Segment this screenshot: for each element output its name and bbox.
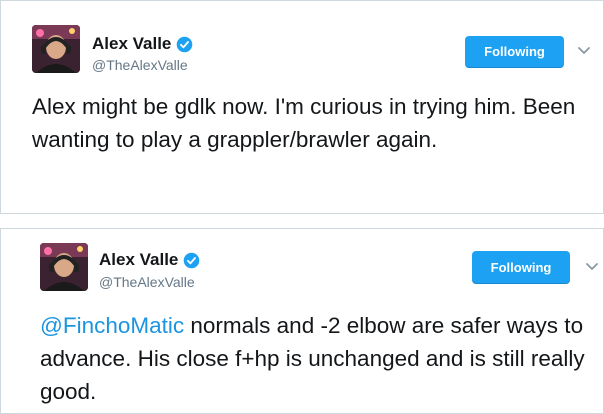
- author-handle[interactable]: @TheAlexValle: [92, 57, 188, 73]
- following-button[interactable]: Following: [465, 36, 564, 68]
- author-row: Alex Valle: [92, 34, 193, 54]
- avatar-image: [32, 25, 80, 73]
- author-name[interactable]: Alex Valle: [99, 250, 178, 270]
- tweet-card: Alex Valle @TheAlexValle Following Alex …: [0, 0, 604, 214]
- author-row: Alex Valle: [99, 250, 200, 270]
- tweet-text: @FinchoMatic normals and -2 elbow are sa…: [40, 309, 600, 408]
- mention-link[interactable]: @FinchoMatic: [40, 313, 184, 338]
- verified-badge-icon: [184, 252, 200, 268]
- following-button[interactable]: Following: [472, 251, 570, 284]
- author-handle[interactable]: @TheAlexValle: [99, 274, 195, 290]
- avatar[interactable]: [40, 243, 88, 291]
- author-name[interactable]: Alex Valle: [92, 34, 171, 54]
- verified-badge-icon: [177, 36, 193, 52]
- avatar-image: [40, 243, 88, 291]
- tweet-card: Alex Valle @TheAlexValle Following @Finc…: [0, 228, 604, 414]
- chevron-down-icon[interactable]: [585, 262, 599, 272]
- chevron-down-icon[interactable]: [577, 46, 591, 56]
- avatar[interactable]: [32, 25, 80, 73]
- tweet-text: Alex might be gdlk now. I'm curious in t…: [32, 94, 576, 152]
